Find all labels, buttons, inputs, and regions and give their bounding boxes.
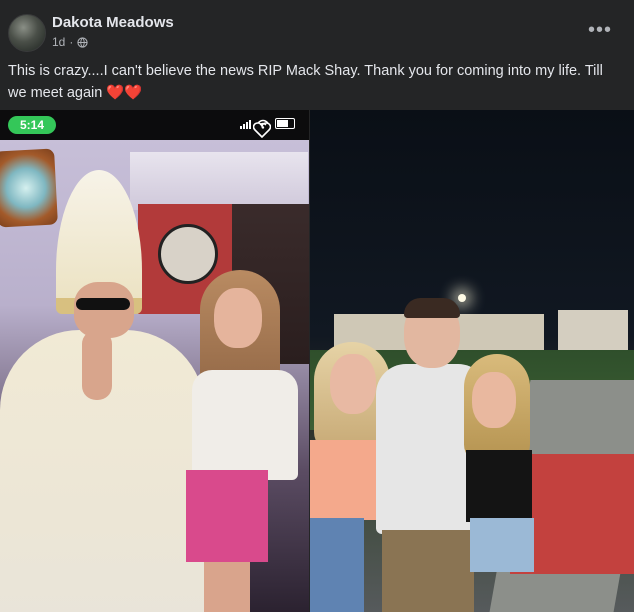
person-pope-costume (0, 170, 205, 612)
heart-outline-icon[interactable] (252, 122, 272, 139)
author-name[interactable]: Dakota Meadows (52, 14, 174, 31)
jeans (310, 518, 364, 612)
khaki-pants (382, 530, 474, 612)
peach-top (310, 440, 380, 520)
hair (404, 298, 460, 318)
denim-shorts (470, 518, 534, 572)
sunglasses (76, 298, 130, 310)
pink-skirt (186, 470, 268, 562)
post-media[interactable]: 5:14 (0, 110, 634, 612)
person-girl-pink-skirt (186, 270, 306, 612)
face (74, 282, 134, 338)
face (472, 372, 516, 428)
white-top (192, 370, 298, 480)
streetlight (458, 294, 466, 302)
post-card: Dakota Meadows 1d · ••• This is crazy...… (0, 0, 634, 612)
globe-icon[interactable] (77, 36, 88, 48)
post-meta: 1d · (52, 35, 88, 49)
photo-left[interactable]: 5:14 (0, 110, 309, 612)
meta-separator: · (69, 35, 74, 49)
praying-hands (82, 330, 112, 400)
signal-icon (240, 119, 251, 129)
battery-icon (275, 118, 295, 129)
more-options-icon: ••• (587, 18, 612, 41)
status-time: 5:14 (8, 116, 56, 134)
photo-right[interactable] (310, 110, 634, 612)
legs (204, 562, 250, 612)
more-options-button[interactable]: ••• (586, 18, 614, 42)
black-top (466, 450, 532, 522)
face (214, 288, 262, 348)
party-background (0, 140, 309, 612)
post-text: This is crazy....I can't believe the new… (8, 63, 603, 101)
author-avatar[interactable] (8, 14, 46, 52)
heart-emoji: ❤️❤️ (106, 85, 143, 101)
post-body: This is crazy....I can't believe the new… (8, 60, 620, 104)
post-timestamp[interactable]: 1d (52, 35, 65, 49)
face (330, 354, 376, 414)
